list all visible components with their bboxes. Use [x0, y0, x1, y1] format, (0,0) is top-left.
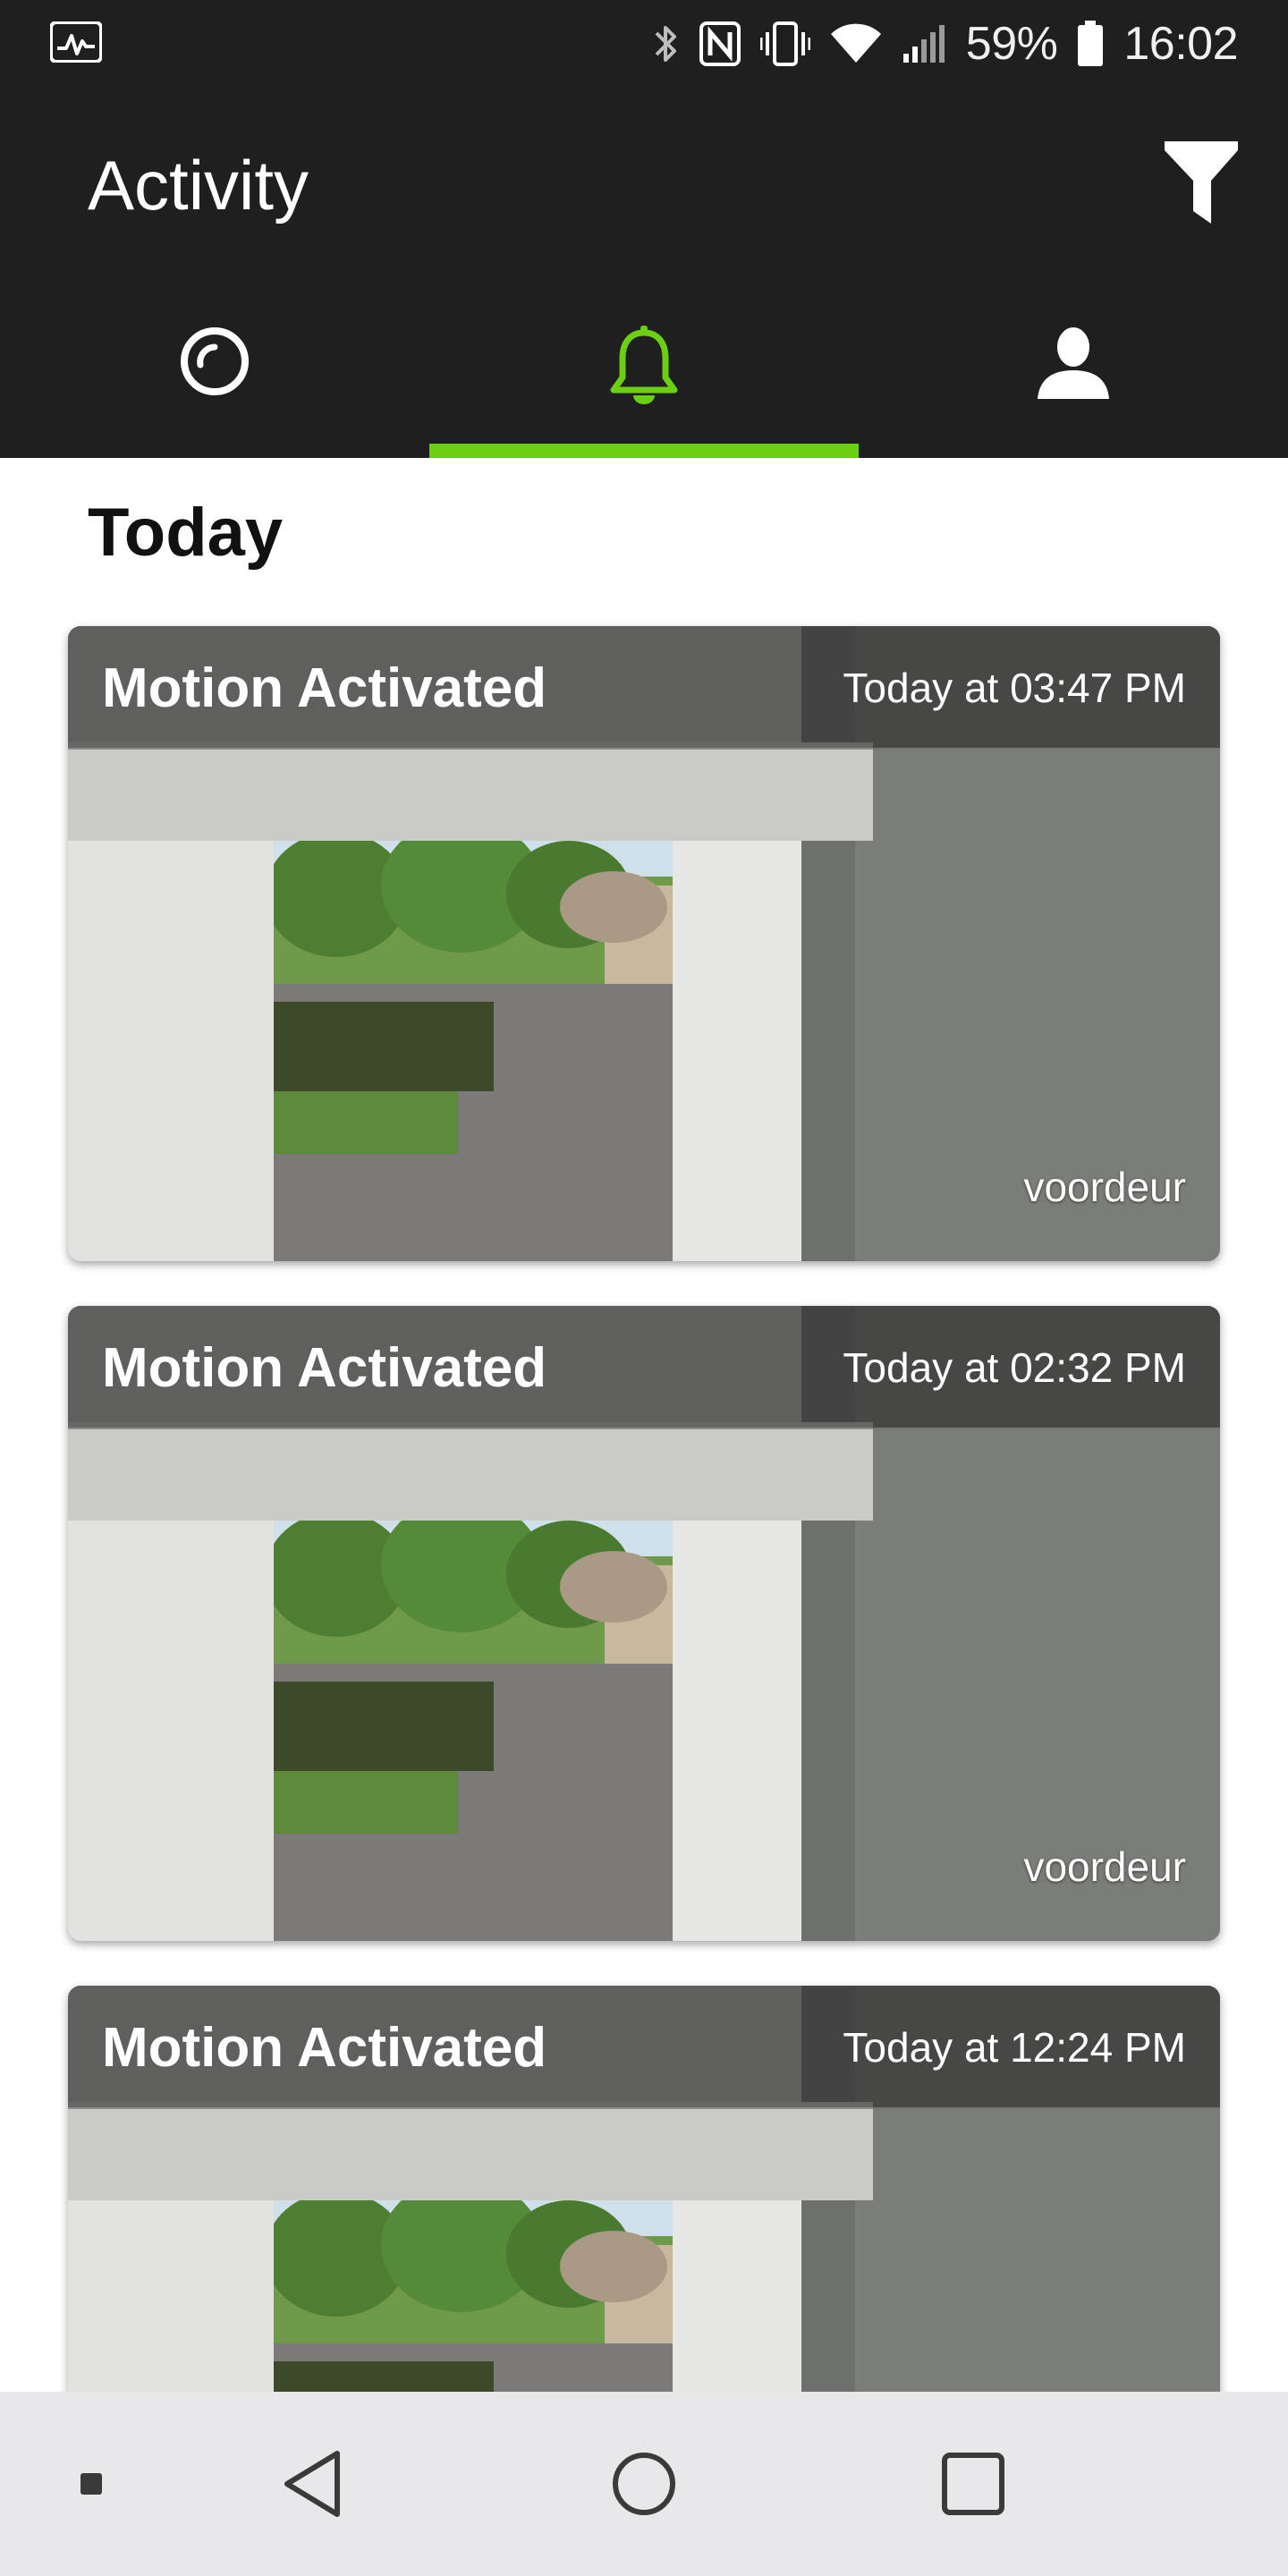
bell-icon [610, 326, 678, 404]
nfc-icon [699, 21, 741, 66]
event-card-header: Motion Activated Today at 03:47 PM [68, 626, 1220, 750]
filter-icon [1165, 141, 1238, 224]
tab-live[interactable] [0, 293, 429, 458]
event-card-header: Motion Activated Today at 02:32 PM [68, 1306, 1220, 1429]
event-time: Today at 03:47 PM [843, 665, 1186, 711]
filter-button[interactable] [1163, 138, 1240, 227]
section-title: Today [88, 495, 284, 571]
event-title: Motion Activated [102, 1337, 547, 1399]
back-button[interactable] [268, 2392, 358, 2576]
event-camera-name: voordeur [1023, 1164, 1186, 1210]
activity-pulse-icon [50, 21, 102, 63]
event-card[interactable]: Motion Activated Today at 12:24 PM [68, 1986, 1220, 2392]
event-card[interactable]: Motion Activated Today at 02:32 PM voord… [68, 1306, 1220, 1941]
event-card[interactable]: Motion Activated Today at 03:47 PM voord… [68, 626, 1220, 1261]
tab-bar [0, 293, 1288, 458]
recents-button[interactable] [928, 2392, 1018, 2576]
event-time: Today at 02:32 PM [843, 1344, 1186, 1391]
event-time: Today at 12:24 PM [843, 2024, 1186, 2071]
back-icon [284, 2451, 340, 2517]
camera-lens-icon [181, 327, 249, 395]
signal-icon [902, 25, 945, 63]
activity-feed[interactable]: Today Motion Activated Today at 03:47 PM [0, 458, 1288, 2392]
menu-dot-icon [80, 2473, 102, 2495]
battery-icon [1078, 21, 1104, 66]
event-card-header: Motion Activated Today at 12:24 PM [68, 1986, 1220, 2109]
home-button[interactable] [599, 2392, 689, 2576]
event-title: Motion Activated [102, 657, 547, 719]
status-bar: 59% 16:02 [0, 0, 1288, 86]
wifi-icon [830, 23, 881, 63]
event-camera-name: voordeur [1023, 1843, 1186, 1890]
status-clock: 16:02 [1123, 18, 1238, 70]
tab-account[interactable] [859, 293, 1288, 458]
page-title: Activity [88, 146, 309, 225]
app-header: Activity [0, 86, 1288, 458]
event-title: Motion Activated [102, 2017, 547, 2079]
recents-icon [942, 2453, 1004, 2515]
person-icon [1038, 327, 1109, 399]
bluetooth-icon [655, 26, 676, 62]
active-tab-indicator [429, 444, 859, 458]
vibrate-icon [759, 21, 810, 66]
tab-activity[interactable] [429, 293, 859, 458]
navigation-bar [0, 2392, 1288, 2576]
battery-percent: 59% [965, 18, 1058, 70]
home-icon [613, 2453, 675, 2515]
menu-dot-button[interactable] [64, 2392, 118, 2576]
